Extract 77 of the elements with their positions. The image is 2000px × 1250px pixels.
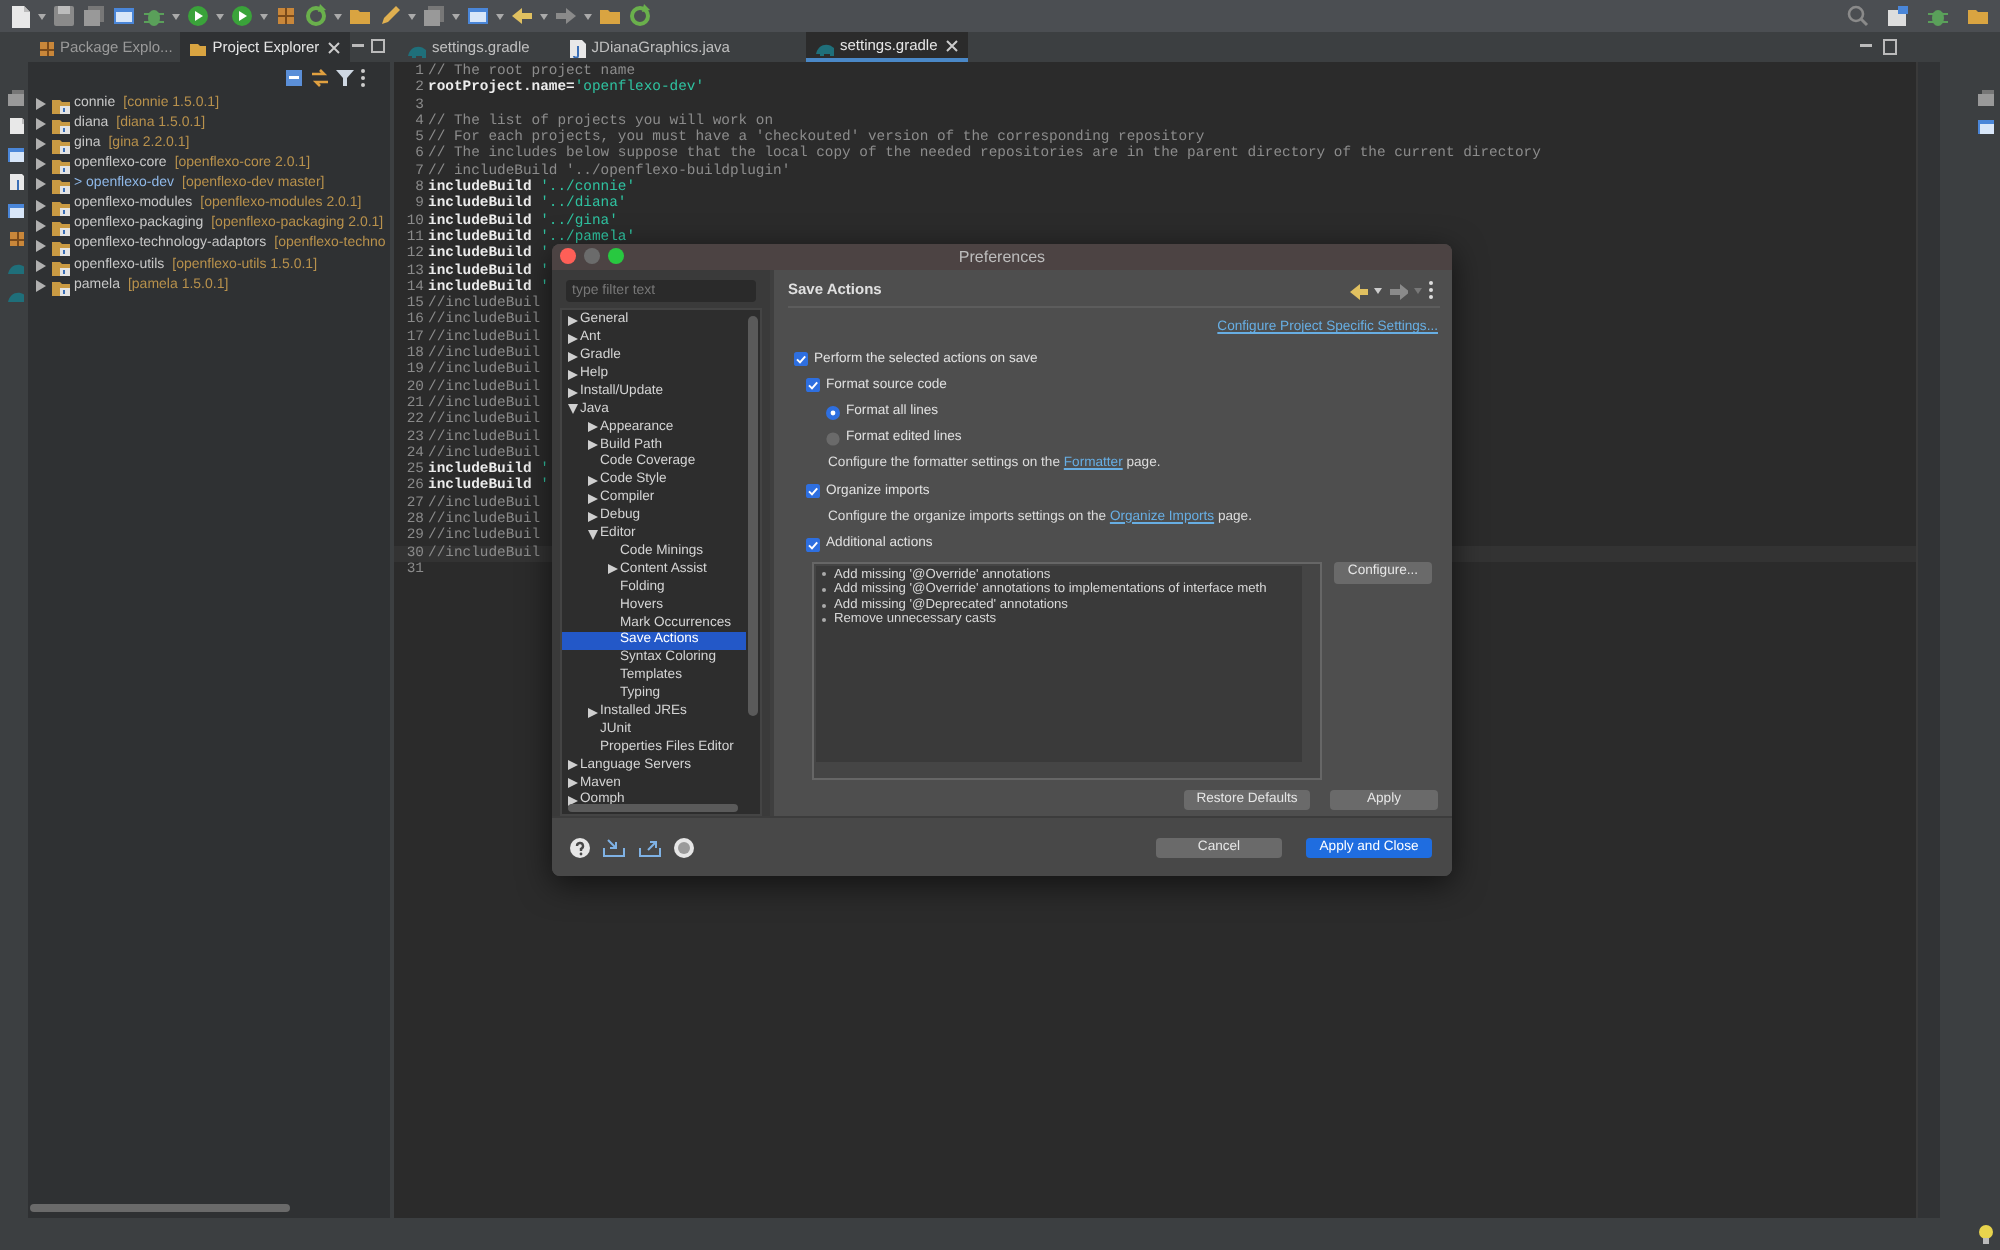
import-icon[interactable] (602, 837, 626, 857)
window-icon[interactable] (5, 200, 23, 218)
disclosure-triangle-icon[interactable] (588, 440, 598, 451)
java-file-icon (565, 37, 586, 57)
project-icon (50, 134, 70, 155)
help-icon[interactable] (570, 837, 590, 857)
disclosure-triangle-icon[interactable] (568, 333, 578, 344)
folder-icon[interactable] (598, 4, 622, 28)
disclosure-triangle-icon[interactable] (588, 707, 598, 718)
java-file-icon[interactable] (5, 172, 23, 190)
bug-icon[interactable] (142, 4, 166, 28)
disclosure-triangle-icon[interactable] (608, 564, 618, 575)
disclosure-triangle-icon[interactable] (568, 369, 578, 380)
kebab-menu-icon[interactable] (360, 67, 366, 87)
play-icon[interactable] (230, 4, 254, 28)
project-icon (50, 114, 70, 135)
box-icon[interactable] (274, 4, 298, 28)
box-icon[interactable] (5, 228, 23, 246)
close-icon[interactable] (325, 39, 342, 55)
disclosure-triangle-icon[interactable] (588, 493, 598, 504)
filter-icon[interactable] (336, 67, 354, 87)
disclosure-triangle-icon[interactable] (588, 475, 598, 486)
disclosure-triangle-icon[interactable] (568, 351, 578, 362)
disks-icon[interactable] (422, 4, 446, 28)
folder-icon (188, 38, 207, 56)
search-icon[interactable] (1846, 4, 1870, 28)
sync-arrows-icon[interactable] (310, 67, 330, 87)
disclosure-triangle-icon[interactable] (568, 795, 578, 806)
disclosure-triangle-icon[interactable] (588, 529, 598, 540)
arrow-right-icon[interactable] (554, 4, 578, 28)
project-icon (50, 94, 70, 115)
project-icon (50, 154, 70, 175)
disks-icon[interactable] (5, 88, 23, 106)
close-icon[interactable] (943, 37, 960, 53)
checkbox[interactable] (794, 352, 808, 367)
disks-icon[interactable] (1976, 88, 1994, 106)
radio-button[interactable] (826, 405, 840, 420)
document-icon[interactable] (8, 4, 32, 28)
checkbox[interactable] (806, 378, 820, 393)
pencil-icon[interactable] (378, 4, 402, 28)
kebab-menu-icon[interactable] (1428, 280, 1434, 300)
refresh-icon[interactable] (304, 4, 328, 28)
project-icon (50, 174, 70, 195)
disclosure-triangle-icon[interactable] (588, 422, 598, 433)
bug-icon[interactable] (1926, 4, 1950, 28)
lightbulb-icon[interactable] (1974, 1222, 1994, 1246)
play-icon[interactable] (186, 4, 210, 28)
disclosure-triangle-icon[interactable] (568, 315, 578, 326)
radio-button[interactable] (826, 431, 840, 446)
folder-icon[interactable] (1966, 4, 1990, 28)
disclosure-triangle-icon[interactable] (568, 760, 578, 771)
window-icon[interactable] (1976, 116, 1994, 134)
collapse-icon[interactable] (284, 67, 304, 87)
document-icon[interactable] (5, 116, 23, 134)
window-icon[interactable] (466, 4, 490, 28)
window-icon[interactable] (5, 144, 23, 162)
checkbox[interactable] (806, 537, 820, 552)
arrow-left-icon[interactable] (1348, 280, 1368, 300)
refresh-icon[interactable] (628, 4, 652, 28)
scrollbar-thumb[interactable] (30, 1204, 290, 1212)
disks-icon[interactable] (82, 4, 106, 28)
arrow-left-icon[interactable] (510, 4, 534, 28)
dialog-title: Preferences (958, 245, 1046, 269)
box-icon (36, 38, 54, 56)
export-icon[interactable] (638, 837, 662, 857)
close-button[interactable] (560, 248, 576, 264)
disclosure-triangle-icon[interactable] (568, 387, 578, 397)
disclosure-triangle-icon[interactable] (568, 404, 578, 415)
zoom-button[interactable] (608, 248, 624, 264)
folder-icon[interactable] (348, 4, 372, 28)
perspective-icon[interactable] (1886, 4, 1910, 28)
disclosure-triangle-icon[interactable] (588, 511, 598, 522)
checkbox[interactable] (806, 484, 820, 499)
window-icon[interactable] (112, 4, 136, 28)
disclosure-triangle-icon[interactable] (568, 778, 578, 789)
scrollbar-thumb[interactable] (748, 316, 758, 716)
record-icon[interactable] (674, 837, 694, 857)
